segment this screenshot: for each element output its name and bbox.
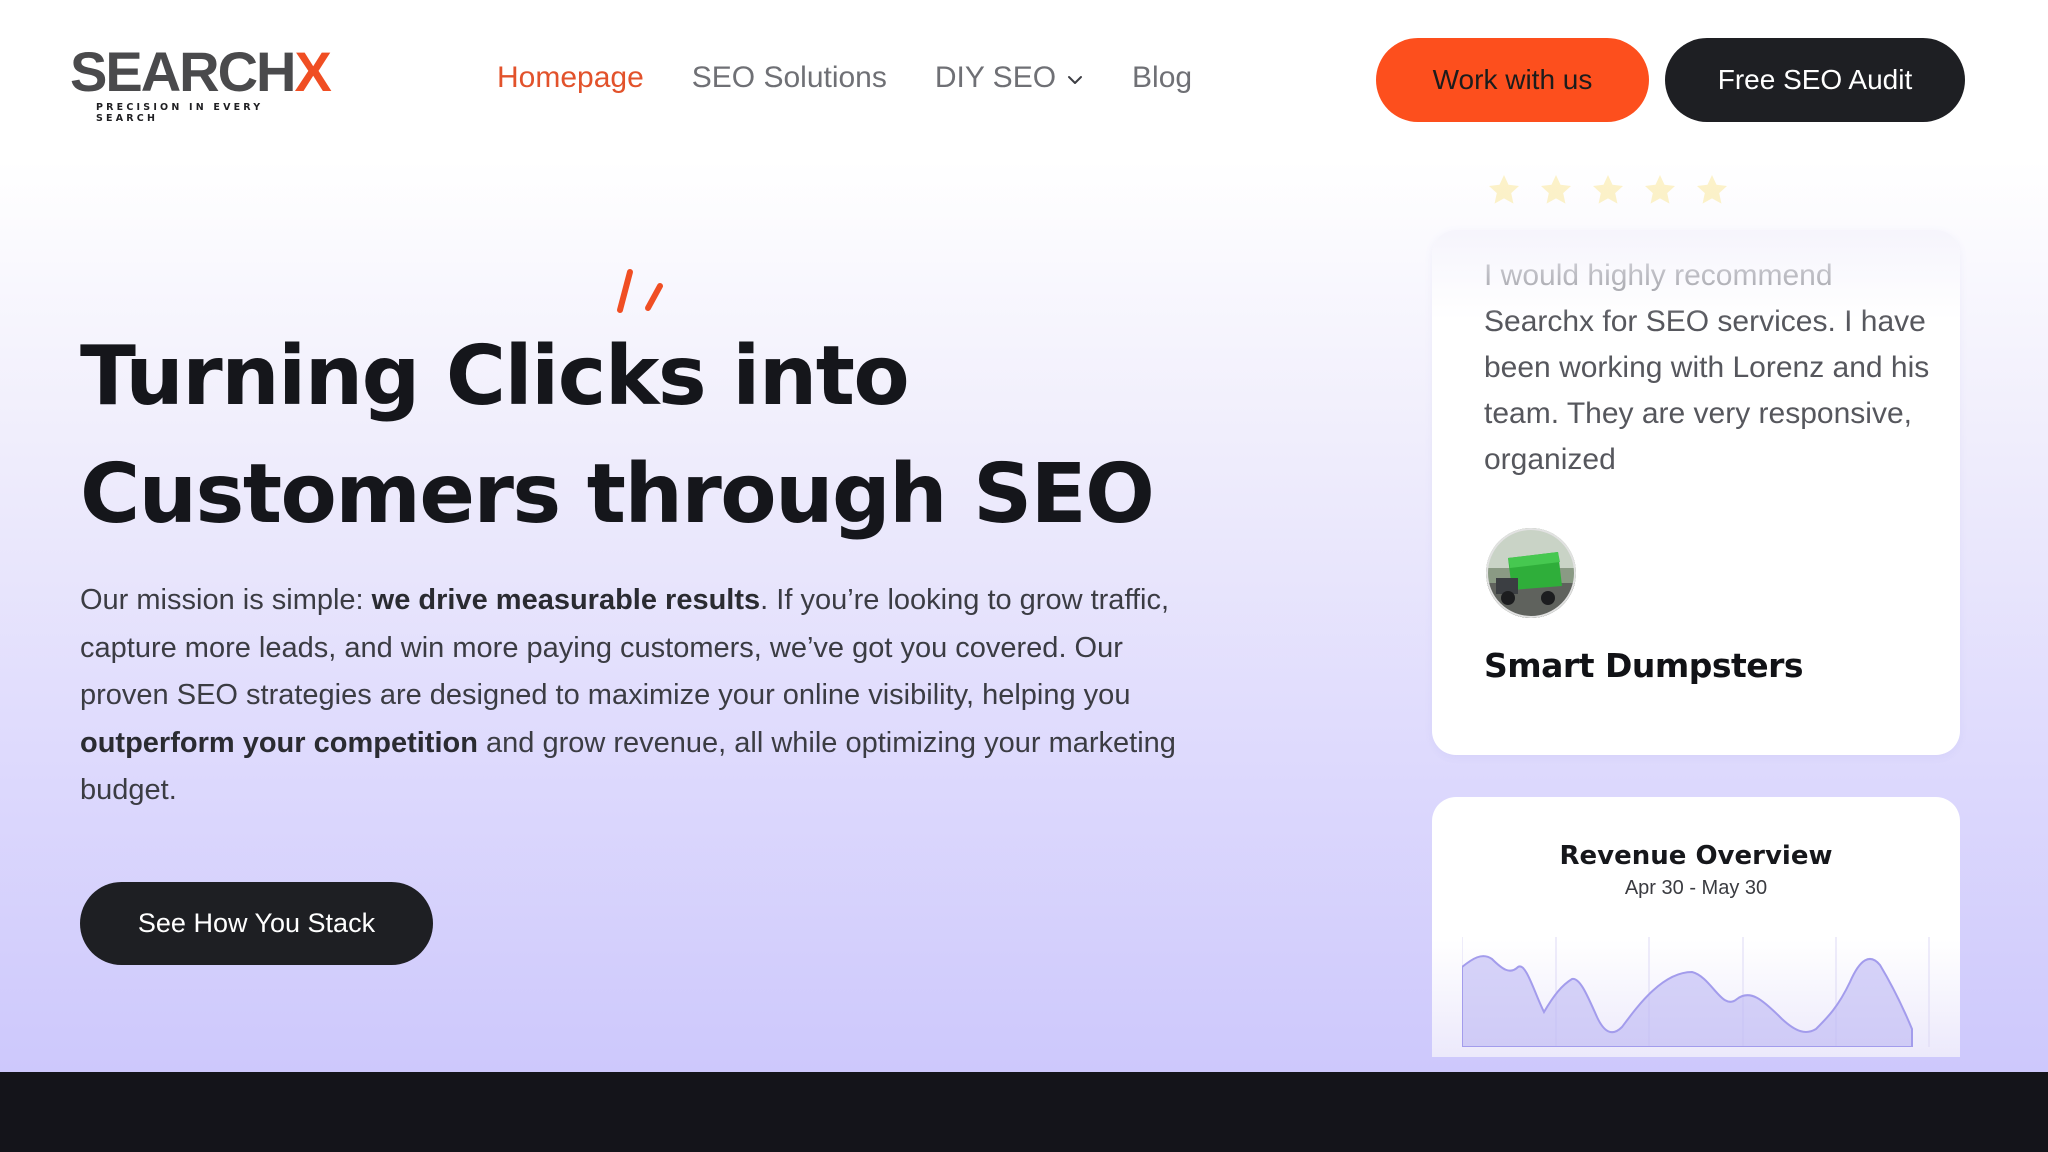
searchx-logo[interactable]: SEARCHX PRECISION IN EVERY SEARCH — [70, 44, 332, 125]
star-icon — [1645, 175, 1675, 204]
nav-link-label: DIY SEO — [934, 61, 1057, 94]
desc-text: Our mission is simple: — [80, 584, 372, 616]
logo-tagline: PRECISION IN EVERY SEARCH — [96, 102, 264, 124]
revenue-title: Revenue Overview — [1559, 841, 1833, 871]
dark-section-band — [0, 1072, 2048, 1152]
nav-link-diy-seo[interactable]: DIY SEO — [935, 58, 1084, 98]
nav-link-seo-solutions[interactable]: SEO Solutions — [692, 58, 887, 98]
free-seo-audit-button[interactable]: Free SEO Audit — [1665, 38, 1965, 122]
headline-line-2: Customers through SEO — [80, 447, 1155, 542]
nav-links: Homepage SEO Solutions DIY SEO Blog — [497, 58, 1240, 98]
logo-wordmark: SEARCH — [70, 40, 296, 103]
client-name: Smart Dumpsters — [1484, 646, 1804, 685]
star-icon — [1593, 175, 1623, 204]
nav-link-blog[interactable]: Blog — [1132, 58, 1192, 98]
star-icon — [1541, 175, 1571, 204]
nav-link-label: SEO Solutions — [691, 61, 887, 94]
revenue-area-chart — [1462, 937, 1930, 1047]
testimonial-card: I would highly recommend Searchx for SEO… — [1432, 230, 1960, 755]
quote-first-line: I would highly recommend — [1484, 259, 1833, 292]
quote-body: Searchx for SEO services. I have been wo… — [1484, 305, 1930, 476]
star-icon — [1489, 175, 1519, 204]
revenue-overview-card: Revenue Overview Apr 30 - May 30 — [1432, 797, 1960, 1057]
rating-stars — [1486, 172, 1730, 208]
hero-description: Our mission is simple: we drive measurab… — [80, 577, 1190, 815]
dumpster-truck-avatar — [1486, 528, 1576, 618]
logo-x-mark: X — [294, 40, 331, 103]
desc-highlight: we drive measurable results — [371, 584, 761, 616]
nav-link-label: Homepage — [497, 61, 644, 94]
headline-line-1: Turning Clicks into — [80, 329, 910, 424]
see-how-you-stack-button[interactable]: See How You Stack — [80, 882, 433, 965]
hero-headline: Turning Clicks into Customers through SE… — [80, 318, 1180, 554]
revenue-date-range: Apr 30 - May 30 — [1624, 877, 1768, 899]
testimonial-quote: I would highly recommend Searchx for SEO… — [1484, 253, 1944, 483]
nav-link-label: Blog — [1132, 61, 1193, 94]
top-nav: SEARCHX PRECISION IN EVERY SEARCH Homepa… — [0, 0, 2048, 160]
nav-link-homepage[interactable]: Homepage — [497, 58, 644, 98]
star-icon — [1697, 175, 1727, 204]
chevron-down-icon — [1068, 76, 1083, 84]
accent-strokes-icon — [617, 269, 663, 313]
work-with-us-button[interactable]: Work with us — [1376, 38, 1649, 122]
desc-highlight: outperform your competition — [80, 726, 478, 759]
